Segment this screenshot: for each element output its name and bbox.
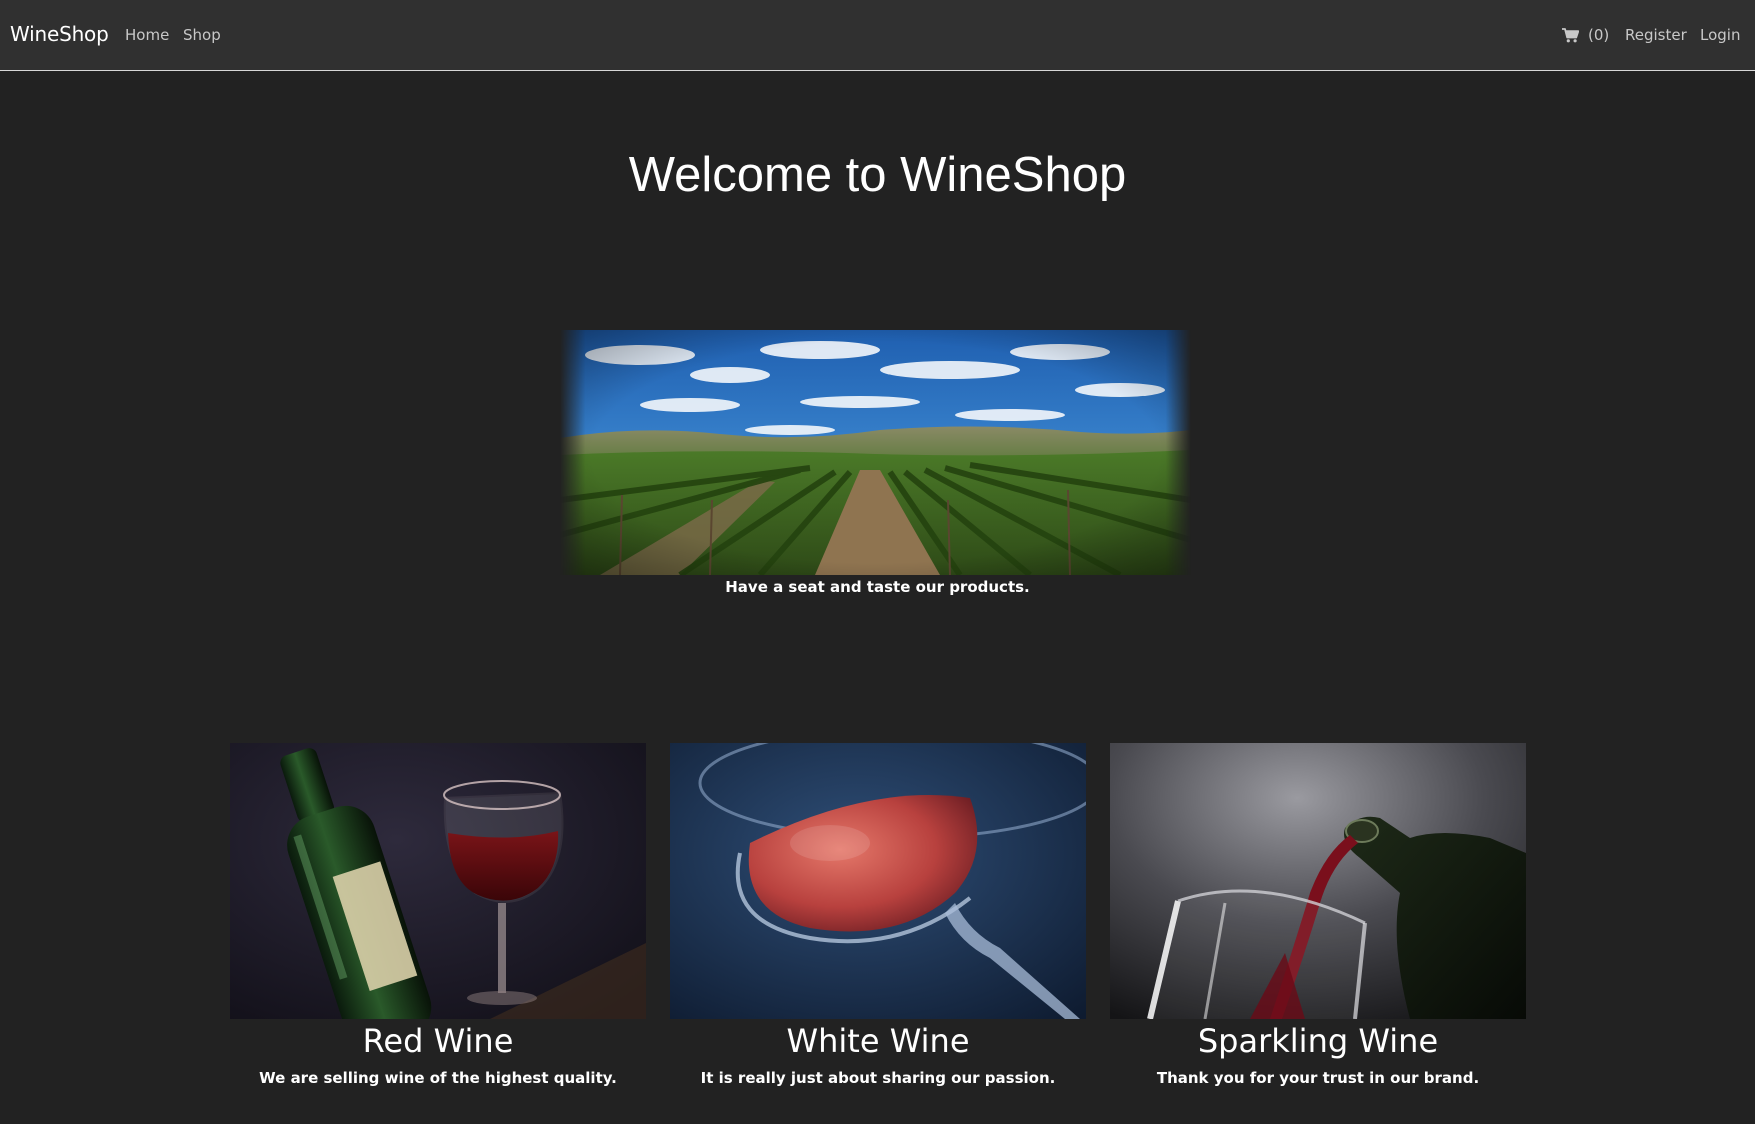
nav-link-home[interactable]: Home	[125, 26, 169, 44]
page-title: Welcome to WineShop	[628, 148, 1127, 202]
red-wine-image	[230, 743, 646, 1019]
shopping-cart-icon	[1562, 27, 1579, 43]
card-text: We are selling wine of the highest quali…	[259, 1069, 617, 1087]
card-text: Thank you for your trust in our brand.	[1156, 1069, 1480, 1087]
banner-caption: Have a seat and taste our products.	[725, 578, 1030, 596]
card-title: Sparkling Wine	[1197, 1022, 1439, 1060]
login-link[interactable]: Login	[1700, 26, 1740, 44]
brand-logo-link[interactable]: WineShop	[10, 22, 109, 46]
card-white-wine: White Wine It is really just about shari…	[670, 743, 1086, 1087]
cart-link[interactable]: (0)	[1562, 26, 1609, 44]
card-title: White Wine	[786, 1022, 970, 1060]
card-text: It is really just about sharing our pass…	[700, 1069, 1056, 1087]
sparkling-wine-image	[1110, 743, 1526, 1019]
card-sparkling-wine: Sparkling Wine Thank you for your trust …	[1110, 743, 1526, 1087]
nav-link-shop[interactable]: Shop	[183, 26, 221, 44]
card-red-wine: Red Wine We are selling wine of the high…	[230, 743, 646, 1087]
cart-count: (0)	[1588, 26, 1610, 44]
card-title: Red Wine	[362, 1022, 514, 1060]
register-link[interactable]: Register	[1625, 26, 1687, 44]
navbar: WineShop Home Shop (0) Register Login	[0, 0, 1755, 71]
white-wine-image	[670, 743, 1086, 1019]
vineyard-banner-image	[560, 330, 1191, 575]
